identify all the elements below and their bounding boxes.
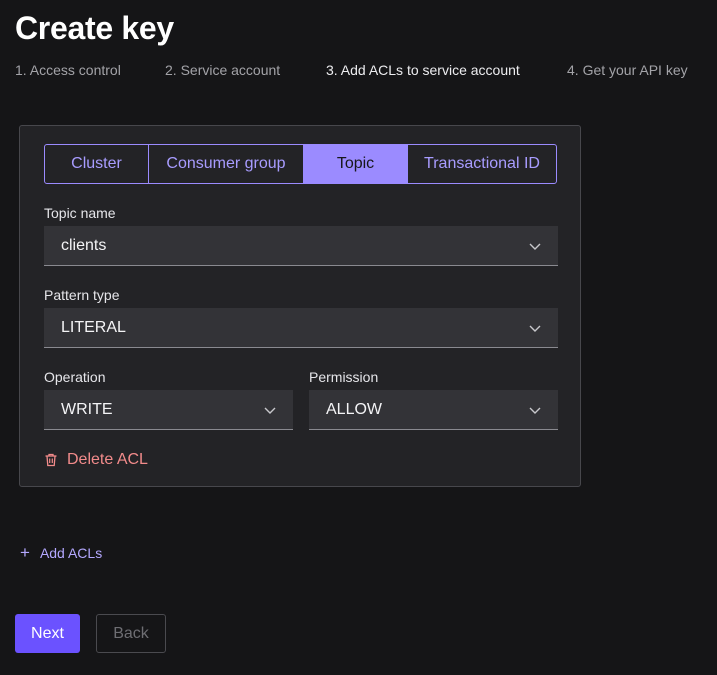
permission-label: Permission	[309, 369, 379, 385]
operation-value: WRITE	[61, 400, 113, 418]
tab-consumer-group[interactable]: Consumer group	[149, 145, 304, 183]
step-service-account[interactable]: 2. Service account	[165, 62, 280, 78]
topic-name-label: Topic name	[44, 205, 116, 221]
chevron-down-icon	[529, 325, 541, 332]
acl-card: Cluster Consumer group Topic Transaction…	[19, 125, 581, 487]
chevron-down-icon	[264, 407, 276, 414]
step-get-api-key[interactable]: 4. Get your API key	[567, 62, 688, 78]
tab-transactional-id[interactable]: Transactional ID	[408, 145, 556, 183]
step-access-control[interactable]: 1. Access control	[15, 62, 121, 78]
chevron-down-icon	[529, 243, 541, 250]
resource-type-tabs: Cluster Consumer group Topic Transaction…	[44, 144, 557, 184]
page-title: Create key	[15, 10, 174, 46]
operation-select[interactable]: WRITE	[44, 390, 293, 430]
back-button[interactable]: Back	[96, 614, 166, 653]
pattern-type-value: LITERAL	[61, 318, 126, 336]
delete-acl-label: Delete ACL	[67, 451, 148, 468]
step-add-acls[interactable]: 3. Add ACLs to service account	[326, 62, 520, 78]
plus-icon: +	[20, 543, 30, 562]
add-acls-label: Add ACLs	[39, 544, 103, 561]
next-button[interactable]: Next	[15, 614, 80, 653]
permission-select[interactable]: ALLOW	[309, 390, 558, 430]
permission-value: ALLOW	[326, 400, 383, 418]
add-acls-button[interactable]: + Add ACLs	[20, 544, 102, 561]
create-key-page: Create key 1. Access control 2. Service …	[0, 0, 717, 675]
wizard-steps: 1. Access control 2. Service account 3. …	[0, 62, 717, 82]
pattern-type-label: Pattern type	[44, 287, 120, 303]
delete-acl-button[interactable]: Delete ACL	[44, 451, 148, 469]
tab-cluster[interactable]: Cluster	[45, 145, 149, 183]
pattern-type-select[interactable]: LITERAL	[44, 308, 558, 348]
topic-name-value: clients	[61, 236, 107, 254]
trash-icon	[45, 453, 57, 467]
tab-topic[interactable]: Topic	[304, 145, 408, 183]
chevron-down-icon	[529, 407, 541, 414]
operation-label: Operation	[44, 369, 106, 385]
topic-name-select[interactable]: clients	[44, 226, 558, 266]
